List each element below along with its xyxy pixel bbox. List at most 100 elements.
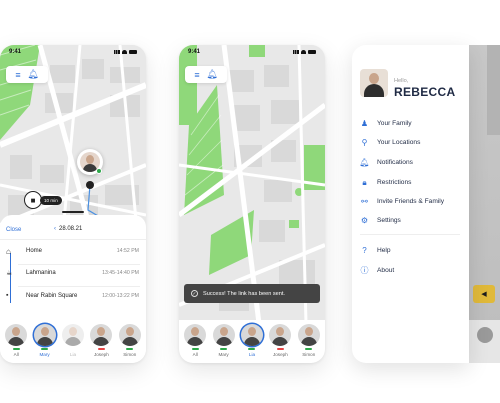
timeline-place: Lahmanina (26, 270, 56, 276)
timeline-place: Near Rabin Square (26, 293, 78, 299)
member-joseph[interactable]: Joseph (88, 324, 114, 363)
status-dot (69, 348, 77, 350)
member-name: Lia (248, 352, 256, 357)
hamburger-menu-icon[interactable]: ≡ (15, 70, 20, 80)
drawer-item-label: About (377, 267, 395, 274)
member-mary[interactable]: Mary (32, 324, 58, 363)
status-bar: 9:41 (0, 45, 146, 59)
drawer-item-label: Restrictions (377, 179, 412, 186)
status-time: 9:41 (9, 49, 22, 55)
member-all[interactable]: All (3, 324, 29, 363)
status-time: 9:41 (188, 49, 201, 55)
member-map-pin[interactable] (77, 149, 103, 175)
timeline-time: 14:52 PM (116, 248, 139, 254)
wifi-icon (122, 50, 127, 54)
phone-map-screen: 9:41 ≡ 🔔︎ ✓ Success! The link has been s… (179, 45, 325, 363)
map-view[interactable] (179, 45, 325, 363)
users-icon: ♟ (360, 119, 369, 128)
drawer-item-about[interactable]: ⓘ About (360, 266, 395, 275)
location-pin-icon: ⚲ (361, 138, 368, 147)
home-icon: ⌂ (6, 247, 11, 256)
drawer-item-your-locations[interactable]: ⚲ Your Locations (360, 138, 421, 147)
drawer-item-label: Help (377, 247, 391, 254)
family-member-bar: All Mary Lia Joseph Simon (179, 320, 325, 363)
wifi-icon (301, 50, 306, 54)
member-mary[interactable]: Mary (211, 324, 237, 363)
status-dot (12, 348, 20, 350)
member-all[interactable]: All (182, 324, 208, 363)
check-circle-icon: ✓ (191, 290, 198, 297)
info-icon: ⓘ (360, 266, 369, 275)
drawer-item-label: Your Locations (377, 139, 421, 146)
drawer-item-label: Your Family (377, 120, 412, 127)
status-dot (220, 348, 228, 350)
eta-marker[interactable]: ■ 10 min (24, 191, 62, 209)
chevron-left-icon[interactable]: ‹ (54, 226, 56, 232)
member-name: Mary (218, 352, 229, 357)
family-member-bar: All Mary Lia Joseph Simon (0, 320, 146, 363)
member-simon[interactable]: Simon (117, 324, 143, 363)
drawer-item-help[interactable]: ? Help (360, 246, 391, 255)
lock-icon: 🔒︎ (362, 177, 367, 187)
member-lia[interactable]: Lia (239, 324, 265, 363)
bell-icon: 🔔︎ (359, 158, 370, 167)
greeting-text: Hello, (394, 78, 409, 84)
mockup-stage: 9:41 ≡ 🔔︎ ■ 10 min Close ‹ 28.08.21 ⌂ Ho… (0, 0, 500, 403)
status-dot (97, 348, 105, 350)
drawer-divider (360, 234, 460, 235)
timeline-place: Home (26, 248, 43, 254)
status-dot (126, 348, 134, 350)
sheet-handle[interactable] (62, 211, 84, 213)
coffee-icon: ☕︎ (6, 270, 13, 277)
drawer-item-label: Notifications (377, 159, 413, 166)
signal-icon (114, 50, 120, 54)
bell-plus-icon[interactable]: 🔔︎ (27, 69, 38, 80)
member-name: Simon (123, 352, 137, 357)
drawer-item-label: Invite Friends & Family (377, 198, 445, 205)
background-screen: ◀ (469, 45, 500, 363)
share-icon: ⚯ (361, 197, 368, 206)
gear-icon: ⚙ (360, 216, 369, 225)
status-bar: 9:41 (179, 45, 325, 59)
member-name: All (192, 352, 198, 357)
drawer-item-notifications[interactable]: 🔔︎ Notifications (359, 158, 413, 167)
close-button[interactable]: Close (6, 227, 21, 233)
car-icon: ▪ (6, 292, 9, 299)
play-button-icon: ◀ (473, 285, 495, 303)
date-label: 28.08.21 (59, 226, 83, 232)
drawer-item-invite[interactable]: ⚯ Invite Friends & Family (360, 197, 444, 206)
member-simon[interactable]: Simon (296, 324, 322, 363)
user-name: REBECCA (394, 85, 456, 99)
top-action-bar: ≡ 🔔︎ (6, 66, 48, 83)
hamburger-menu-icon[interactable]: ≡ (194, 70, 199, 80)
bell-plus-icon[interactable]: 🔔︎ (206, 69, 217, 80)
status-dot (191, 348, 199, 350)
help-icon: ? (362, 246, 367, 255)
top-action-bar: ≡ 🔔︎ (185, 66, 227, 83)
status-dot (305, 348, 313, 350)
member-lia[interactable]: Lia (60, 324, 86, 363)
eta-badge: 10 min (40, 195, 62, 205)
battery-icon (308, 50, 316, 54)
status-dot (41, 348, 49, 350)
date-selector[interactable]: ‹ 28.08.21 (54, 226, 82, 232)
member-name: All (13, 352, 19, 357)
member-name: Lia (69, 352, 77, 357)
drawer-item-restrictions[interactable]: 🔒︎ Restrictions (360, 178, 411, 187)
side-drawer: Hello, REBECCA ♟ Your Family ⚲ Your Loca… (352, 45, 469, 363)
timeline-row[interactable]: ▪ Near Rabin Square 12:00-13:22 PM (0, 290, 146, 312)
member-name: Joseph (272, 352, 288, 357)
user-avatar[interactable] (360, 69, 388, 97)
battery-icon (129, 50, 137, 54)
signal-icon (293, 50, 299, 54)
member-name: Joseph (93, 352, 109, 357)
member-joseph[interactable]: Joseph (267, 324, 293, 363)
member-name: Simon (302, 352, 316, 357)
drawer-item-settings[interactable]: ⚙ Settings (360, 216, 401, 225)
drawer-item-your-family[interactable]: ♟ Your Family (360, 119, 412, 128)
status-dot (276, 348, 284, 350)
timeline-time: 12:00-13:22 PM (102, 293, 139, 299)
member-name: Mary (39, 352, 50, 357)
toast-message: Success! The link has been sent. (203, 290, 285, 297)
phone-history-screen: 9:41 ≡ 🔔︎ ■ 10 min Close ‹ 28.08.21 ⌂ Ho… (0, 45, 146, 363)
